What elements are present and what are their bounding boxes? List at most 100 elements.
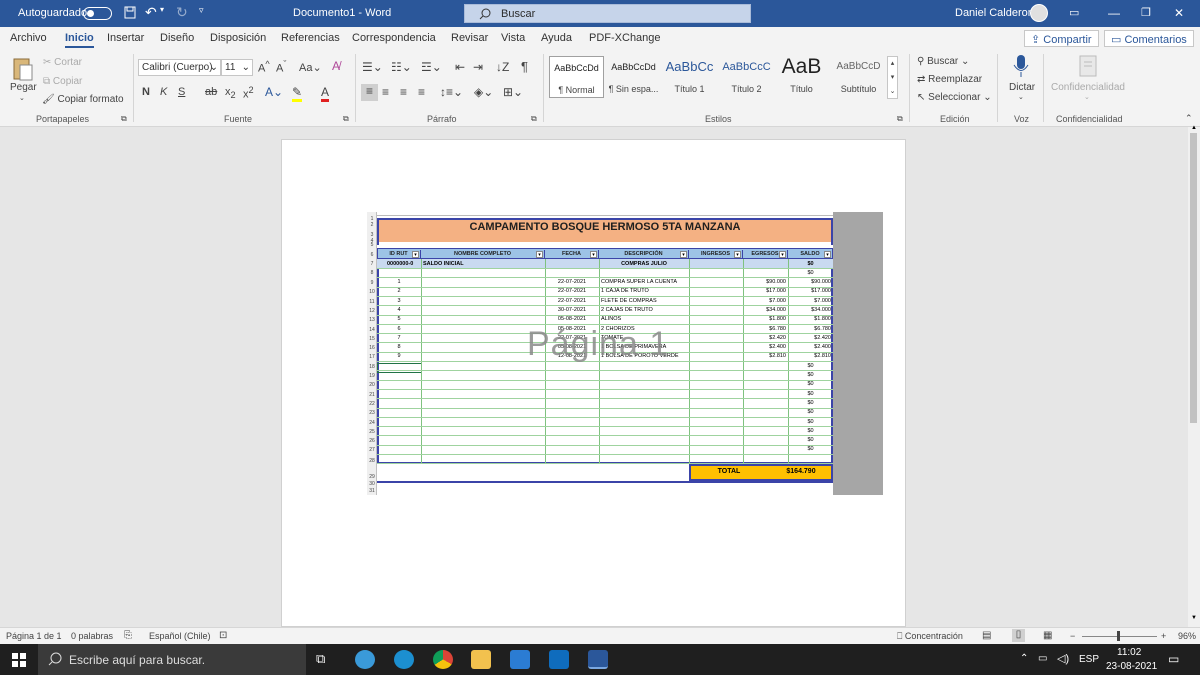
bullets-icon[interactable]: ☰⌄ xyxy=(362,60,383,74)
increase-indent-icon[interactable]: ⇥ xyxy=(473,60,483,74)
input-language[interactable]: ESP xyxy=(1079,654,1099,665)
proofing-icon[interactable]: ⎘ xyxy=(124,630,132,641)
close-icon[interactable]: ✕ xyxy=(1174,6,1184,20)
underline-button[interactable]: S xyxy=(178,86,185,98)
filter-dropdown-icon[interactable]: ▾ xyxy=(412,251,419,258)
undo-dropdown-icon[interactable]: ▾ xyxy=(160,5,164,14)
clear-format-icon[interactable]: A̸ xyxy=(332,59,340,73)
style-heading-1[interactable]: AaBbCc Título 1 xyxy=(662,56,717,98)
font-color-icon[interactable]: A xyxy=(321,85,330,102)
collapse-ribbon-icon[interactable]: ⌃ xyxy=(1185,113,1193,124)
styles-scroll[interactable]: ▴ ▾ ⌄ xyxy=(887,56,898,99)
font-size-combo[interactable]: 11 ⌄ xyxy=(221,59,253,76)
filter-dropdown-icon[interactable]: ▾ xyxy=(734,251,741,258)
style-heading-2[interactable]: AaBbCcC Título 2 xyxy=(719,56,774,98)
redo-icon[interactable]: ↻ xyxy=(176,4,188,21)
dictate-label[interactable]: Dictar xyxy=(1009,82,1035,93)
read-mode-icon[interactable]: ▤ xyxy=(982,630,991,641)
paste-icon[interactable] xyxy=(12,56,34,82)
filter-dropdown-icon[interactable]: ▾ xyxy=(824,251,831,258)
comments-button[interactable]: ▭ Comentarios xyxy=(1104,30,1194,47)
decrease-indent-icon[interactable]: ⇤ xyxy=(455,60,465,74)
bold-button[interactable]: N xyxy=(142,86,150,98)
task-view-icon[interactable]: ⧉ xyxy=(316,651,336,670)
ribbon-display-icon[interactable]: ▭ xyxy=(1069,6,1079,19)
taskbar-search[interactable]: Escribe aquí para buscar. xyxy=(38,644,306,675)
grow-font-icon[interactable]: A^ xyxy=(258,59,270,75)
pilcrow-icon[interactable]: ¶ xyxy=(521,59,528,74)
paragraph-launcher-icon[interactable]: ⧉ xyxy=(531,114,537,124)
scrollbar-thumb[interactable] xyxy=(1190,133,1197,423)
minimize-icon[interactable]: — xyxy=(1108,6,1120,20)
app-icon[interactable] xyxy=(355,650,375,669)
paste-dropdown-icon[interactable]: ⌄ xyxy=(19,94,25,102)
clock-date[interactable]: 23-08-2021 xyxy=(1106,661,1157,672)
tab-vista[interactable]: Vista xyxy=(501,32,525,44)
sensitivity-icon[interactable] xyxy=(1078,54,1100,78)
tab-diseno[interactable]: Diseño xyxy=(160,32,194,44)
restore-icon[interactable]: ❐ xyxy=(1141,6,1151,19)
web-layout-icon[interactable]: ▦ xyxy=(1043,630,1052,641)
focus-button[interactable]: ⎕ Concentración xyxy=(897,631,963,642)
filter-dropdown-icon[interactable]: ▾ xyxy=(590,251,597,258)
avatar[interactable] xyxy=(1030,4,1048,22)
share-button[interactable]: ⇪ Compartir xyxy=(1024,30,1099,47)
autosave-toggle[interactable] xyxy=(83,7,112,20)
tab-inicio[interactable]: Inicio xyxy=(65,32,94,48)
chrome-icon[interactable] xyxy=(433,650,453,669)
column-header[interactable]: DESCRIPCIÓN xyxy=(599,250,689,259)
styles-launcher-icon[interactable]: ⧉ xyxy=(897,114,903,124)
zoom-level[interactable]: 96% xyxy=(1178,631,1196,641)
text-effects-icon[interactable]: A⌄ xyxy=(265,85,283,99)
page-count[interactable]: Página 1 de 1 xyxy=(6,631,62,641)
outlook-icon[interactable] xyxy=(549,650,569,669)
font-name-combo[interactable]: Calibri (Cuerpo) ⌄ xyxy=(138,59,221,76)
style-title[interactable]: AaB Título xyxy=(774,56,829,98)
shading-icon[interactable]: ◈⌄ xyxy=(474,85,493,99)
superscript-icon[interactable]: x2 xyxy=(243,85,254,101)
sensitivity-dropdown-icon[interactable]: ⌄ xyxy=(1084,93,1090,101)
replace-button[interactable]: ⇄ Reemplazar xyxy=(917,74,982,85)
line-spacing-icon[interactable]: ↕≡⌄ xyxy=(440,85,463,99)
tab-ayuda[interactable]: Ayuda xyxy=(541,32,572,44)
align-center-icon[interactable]: ≡ xyxy=(382,85,389,99)
borders-icon[interactable]: ⊞⌄ xyxy=(503,85,523,99)
notifications-icon[interactable]: ▭ xyxy=(1168,652,1179,666)
sort-icon[interactable]: ↓Z xyxy=(496,60,509,74)
scroll-up-icon[interactable]: ▲ xyxy=(1191,125,1197,131)
change-case-icon[interactable]: Aa⌄ xyxy=(299,61,322,74)
chevron-up-icon[interactable]: ⌃ xyxy=(1020,653,1028,664)
multilevel-list-icon[interactable]: ☲⌄ xyxy=(421,60,442,74)
zoom-slider-thumb[interactable] xyxy=(1117,631,1120,641)
save-icon[interactable] xyxy=(124,6,136,19)
print-layout-icon[interactable]: ▯ xyxy=(1012,629,1025,642)
numbering-icon[interactable]: ☷⌄ xyxy=(391,60,412,74)
clock-time[interactable]: 11:02 xyxy=(1117,647,1141,658)
language[interactable]: Español (Chile) xyxy=(149,631,211,641)
copy-button[interactable]: ⧉ Copiar xyxy=(43,76,82,87)
windows-start-icon[interactable] xyxy=(12,653,26,667)
tab-disposicion[interactable]: Disposición xyxy=(210,32,266,44)
paste-label[interactable]: Pegar xyxy=(10,82,37,93)
vertical-scrollbar[interactable]: ▲ ▼ xyxy=(1188,125,1200,627)
word-taskbar-icon[interactable] xyxy=(588,650,608,669)
select-button[interactable]: ↖ Seleccionar ⌄ xyxy=(917,92,992,103)
tab-archivo[interactable]: Archivo xyxy=(10,32,47,44)
undo-icon[interactable]: ↶ xyxy=(145,4,157,21)
zoom-in-icon[interactable]: + xyxy=(1161,631,1166,641)
clipboard-launcher-icon[interactable]: ⧉ xyxy=(121,114,127,124)
style-no-spacing[interactable]: AaBbCcDd ¶ Sin espa... xyxy=(606,56,661,98)
style-subtitle[interactable]: AaBbCcD Subtítulo xyxy=(831,56,886,98)
font-launcher-icon[interactable]: ⧉ xyxy=(343,114,349,124)
word-count[interactable]: 0 palabras xyxy=(71,631,113,641)
strikethrough-icon[interactable]: ab xyxy=(205,86,217,98)
filter-dropdown-icon[interactable]: ▾ xyxy=(680,251,687,258)
shrink-font-icon[interactable]: Aˇ xyxy=(276,59,286,75)
zoom-out-icon[interactable]: − xyxy=(1070,631,1075,641)
vscode-icon[interactable] xyxy=(510,650,530,669)
file-explorer-icon[interactable] xyxy=(471,650,491,669)
tab-pdf-xchange[interactable]: PDF-XChange xyxy=(589,32,661,44)
highlight-icon[interactable]: ✎ xyxy=(292,85,303,102)
cut-button[interactable]: ✂ Cortar xyxy=(43,57,82,68)
customize-toolbar-icon[interactable]: ▿ xyxy=(199,5,204,16)
